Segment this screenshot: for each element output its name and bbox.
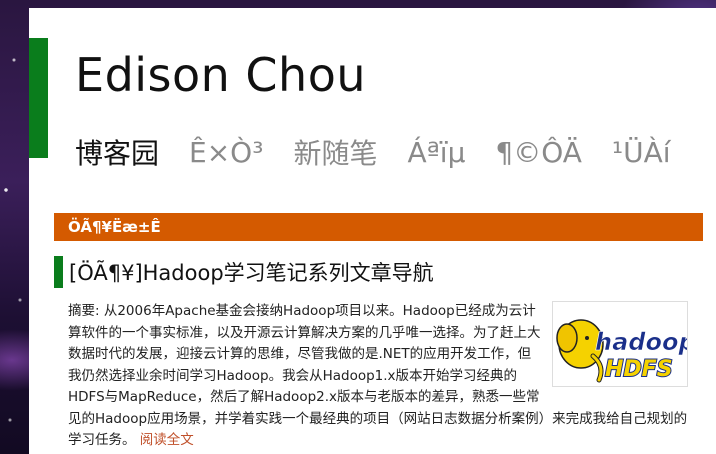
post-title-accent-bar bbox=[54, 256, 63, 288]
nav-item-manage[interactable]: ¹ÜÀí bbox=[612, 136, 671, 169]
nav-item-home[interactable]: Ê×Ò³ bbox=[189, 136, 263, 169]
nav-item-blog-home[interactable]: 博客园 bbox=[75, 132, 159, 172]
section-header-pinned: ÖÃ¶¥Ëæ±Ê bbox=[54, 213, 703, 241]
post-summary: hadoop HDFS 摘要: 从2006年Apache基金会接纳Hadoop项… bbox=[68, 301, 688, 452]
main-nav: 博客园 Ê×Ò³ 新随笔 Áªïµ ¶©ÔÄ ¹ÜÀí bbox=[75, 132, 701, 172]
nav-item-new-post[interactable]: 新随笔 bbox=[293, 132, 377, 172]
logo-word-hadoop: hadoop bbox=[595, 328, 687, 356]
post-title-link[interactable]: [ÖÃ¶¥]Hadoop学习笔记系列文章导航 bbox=[69, 257, 434, 287]
blog-title[interactable]: Edison Chou bbox=[75, 48, 366, 102]
read-more-link[interactable]: 阅读全文 bbox=[140, 432, 194, 448]
nav-item-contact[interactable]: Áªïµ bbox=[407, 136, 465, 169]
hadoop-elephant-icon: hadoop HDFS bbox=[556, 319, 687, 383]
logo-word-hdfs: HDFS bbox=[605, 357, 673, 382]
hadoop-hdfs-logo-image[interactable]: hadoop HDFS bbox=[552, 301, 688, 387]
blog-page: Edison Chou 博客园 Ê×Ò³ 新随笔 Áªïµ ¶©ÔÄ ¹ÜÀí … bbox=[29, 8, 716, 454]
nav-item-subscribe[interactable]: ¶©ÔÄ bbox=[495, 136, 582, 169]
header-accent-bar bbox=[29, 38, 48, 158]
